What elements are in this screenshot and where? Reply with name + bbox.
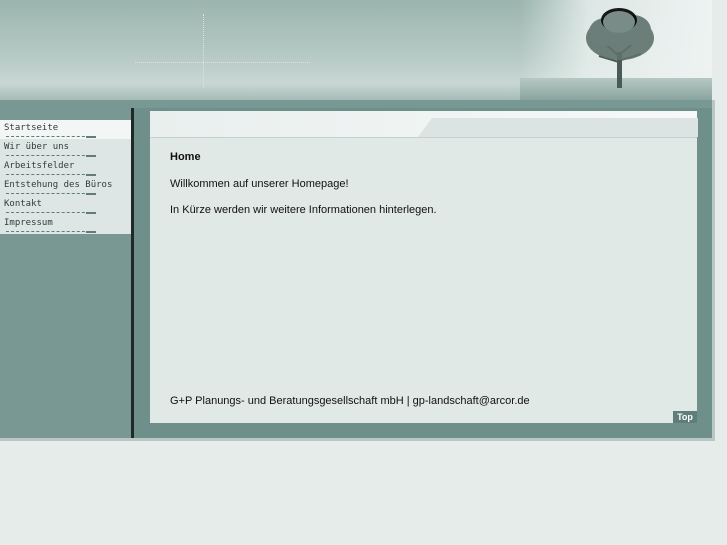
nav-item-kontakt[interactable]: Kontakt xyxy=(0,196,131,215)
nav-separator xyxy=(6,231,95,232)
nav-item-label: Arbeitsfelder xyxy=(4,161,75,171)
header-strip xyxy=(0,100,712,108)
info-text: In Kürze werden wir weitere Informatione… xyxy=(170,204,437,216)
content-frame-bottom xyxy=(134,423,712,438)
nav-item-wir-ueber-uns[interactable]: Wir über uns xyxy=(0,139,131,158)
frame-shadow-bottom xyxy=(0,438,714,441)
nav-separator xyxy=(6,212,95,213)
nav-item-label: Kontakt xyxy=(4,199,42,209)
nav-separator xyxy=(6,193,95,194)
nav-item-label: Startseite xyxy=(4,123,59,133)
frame-shadow-right xyxy=(712,100,715,441)
nav-item-arbeitsfelder[interactable]: Arbeitsfelder xyxy=(0,158,131,177)
nav-separator-tick xyxy=(86,193,96,195)
nav-separator-tick xyxy=(86,155,96,157)
nav-item-impressum[interactable]: Impressum xyxy=(0,215,131,234)
nav-separator-tick xyxy=(86,174,96,176)
header-dotted-line-vertical xyxy=(203,14,204,88)
nav-separator-tick xyxy=(86,136,96,138)
nav-item-label: Wir über uns xyxy=(4,142,70,152)
nav-separator-tick xyxy=(86,212,96,214)
nav-separator xyxy=(6,174,95,175)
nav-separator-tick xyxy=(86,231,96,233)
nav-item-label: Entstehung des Büros xyxy=(4,180,113,190)
content-panel xyxy=(150,111,697,423)
page-title: Home xyxy=(170,151,201,163)
welcome-text: Willkommen auf unserer Homepage! xyxy=(170,178,349,190)
tree-icon xyxy=(586,8,654,88)
content-top-bar xyxy=(150,111,698,138)
footer-text: G+P Planungs- und Beratungsgesellschaft … xyxy=(170,395,530,407)
main-navigation: Startseite Wir über uns Arbeitsfelder En… xyxy=(0,120,131,234)
nav-item-entstehung[interactable]: Entstehung des Büros xyxy=(0,177,131,196)
nav-separator xyxy=(6,136,95,137)
content-top-bar-notch xyxy=(418,118,698,137)
back-to-top-button[interactable]: Top xyxy=(673,411,697,423)
nav-item-label: Impressum xyxy=(4,218,53,228)
nav-item-startseite[interactable]: Startseite xyxy=(0,120,131,139)
header-dotted-line xyxy=(135,62,310,63)
nav-separator xyxy=(6,155,95,156)
header-banner xyxy=(0,0,712,104)
